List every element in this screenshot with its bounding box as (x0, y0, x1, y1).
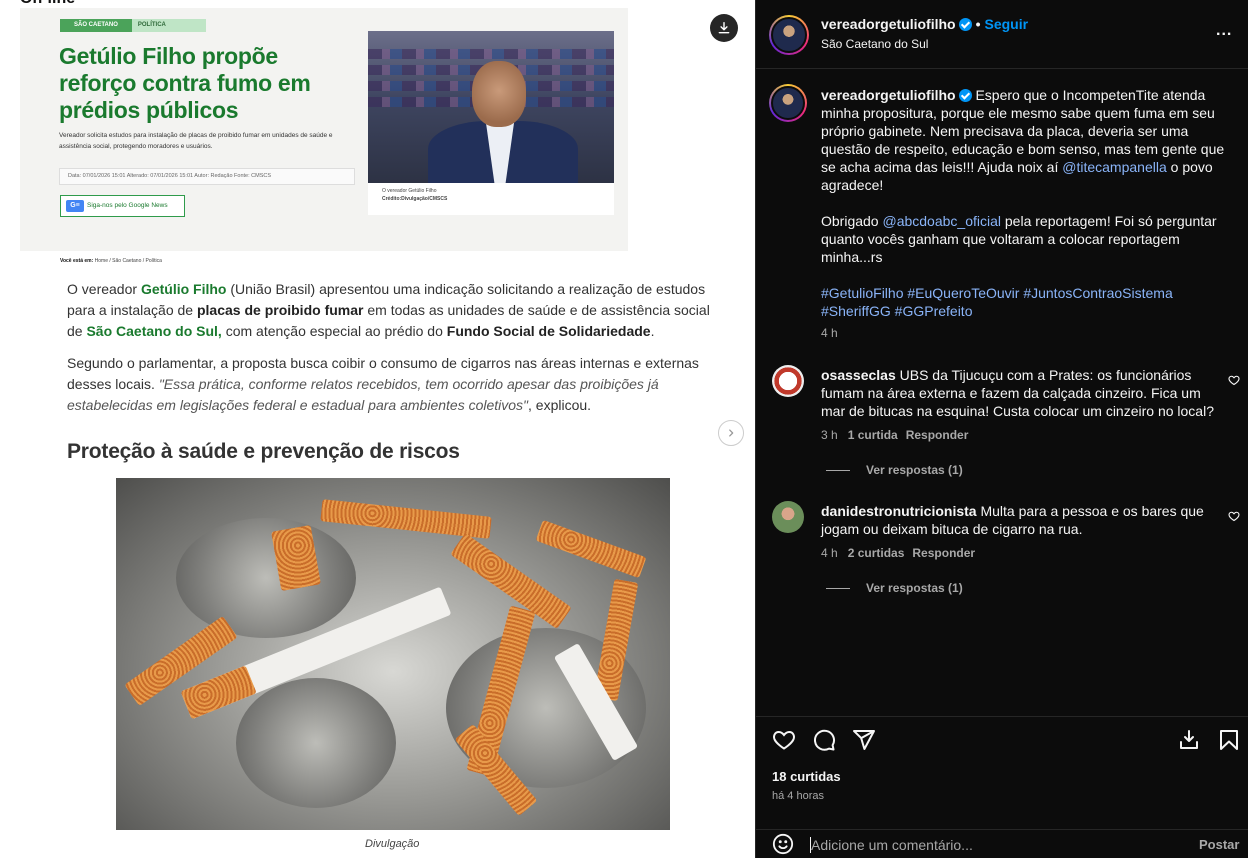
article-tags: SÃO CAETANO POLÍTICA (60, 19, 206, 32)
reply-button[interactable]: Responder (912, 546, 975, 560)
comment-username[interactable]: osasseclas (821, 367, 896, 383)
post-button[interactable]: Postar (1199, 837, 1239, 852)
comment-like-icon[interactable] (1228, 374, 1240, 386)
comment-meta: 3 h 1 curtida Responder (821, 428, 968, 442)
view-replies-button[interactable]: Ver respostas (1) (826, 463, 963, 477)
breadcrumb: Você está em: Home / São Caetano / Polít… (60, 258, 162, 264)
post-age: há 4 horas (772, 790, 824, 802)
comment: danidestronutricionista Multa para a pes… (821, 502, 1221, 538)
header-user: vereadorgetuliofilho • Seguir (821, 16, 1029, 32)
comment-icon[interactable] (812, 728, 836, 752)
comment-likes[interactable]: 2 curtidas (848, 546, 905, 560)
post-caption: vereadorgetuliofilho Espero que o Incomp… (821, 86, 1231, 340)
view-replies-button[interactable]: Ver respostas (1) (826, 581, 963, 595)
reply-button[interactable]: Responder (906, 428, 969, 442)
share-icon[interactable] (852, 728, 876, 752)
header-divider (756, 68, 1248, 69)
photo-caption-text: O vereador Getúlio Filho (382, 188, 437, 194)
emoji-icon[interactable] (772, 833, 794, 855)
breadcrumb-label: Você está em: (60, 258, 94, 264)
caption-username[interactable]: vereadorgetuliofilho (821, 87, 956, 103)
image-caption: Divulgação (365, 838, 420, 850)
next-slide-button[interactable] (718, 420, 744, 446)
article-photo (368, 31, 614, 183)
download-icon (718, 22, 730, 34)
comment-meta: 4 h 2 curtidas Responder (821, 546, 975, 560)
photo-credit: Crédito:Divulgação/CMSCS (382, 196, 448, 202)
comment-time: 3 h (821, 428, 838, 442)
comment-like-icon[interactable] (1228, 510, 1240, 522)
likes-count[interactable]: 18 curtidas (772, 769, 841, 784)
article-dek: Vereador solicita estudos para instalaçã… (59, 132, 333, 150)
google-news-badge: G≡ Siga-nos pelo Google News (60, 195, 185, 217)
header-avatar[interactable] (769, 15, 809, 55)
header-location[interactable]: São Caetano do Sul (821, 37, 928, 51)
article-subheading: Proteção à saúde e prevenção de riscos (67, 440, 460, 463)
post-media: On-line SÃO CAETANO POLÍTICA Getúlio Fil… (0, 0, 755, 858)
caption-avatar[interactable] (769, 84, 807, 122)
comment-likes[interactable]: 1 curtida (848, 428, 898, 442)
header-username[interactable]: vereadorgetuliofilho (821, 16, 956, 32)
mention-link[interactable]: @titecampanella (1062, 159, 1167, 175)
breadcrumb-path: Home / São Caetano / Política (94, 258, 162, 264)
comment-username[interactable]: danidestronutricionista (821, 503, 977, 519)
save-to-device-icon[interactable] (1177, 728, 1201, 752)
article-paragraph-1: O vereador Getúlio Filho (União Brasil) … (67, 281, 710, 339)
action-bar (756, 725, 1248, 755)
verified-icon (958, 89, 972, 102)
chevron-right-icon (729, 429, 734, 437)
article-hero: SÃO CAETANO POLÍTICA Getúlio Filho propõ… (20, 8, 628, 251)
comment: osasseclas UBS da Tijucuçu com a Prates:… (821, 366, 1221, 420)
article-headline: Getúlio Filho propõe reforço contra fumo… (59, 43, 311, 123)
top-label: On-line (20, 0, 75, 8)
tag-section: POLÍTICA (131, 19, 206, 32)
verified-icon (958, 18, 972, 31)
add-comment-bar: Adicione um comentário... Postar (756, 829, 1248, 858)
post-panel: vereadorgetuliofilho • Seguir São Caetano … (755, 0, 1248, 858)
google-news-label: Siga-nos pelo Google News (87, 202, 168, 209)
tag-city: SÃO CAETANO (60, 19, 132, 32)
comment-time: 4 h (821, 546, 838, 560)
comment-avatar[interactable] (772, 365, 804, 397)
article-paragraph-2: Segundo o parlamentar, a proposta busca … (67, 355, 699, 413)
google-news-icon: G≡ (66, 200, 84, 212)
bookmark-icon[interactable] (1217, 728, 1241, 752)
article-meta: Data: 07/01/2026 15:01 Alterado: 07/01/2… (59, 168, 355, 185)
cigarettes-photo (116, 478, 670, 830)
follow-button[interactable]: Seguir (984, 16, 1028, 32)
caption-time: 4 h (821, 326, 838, 340)
more-options-button[interactable]: ... (1216, 22, 1232, 40)
mention-link[interactable]: @abcdoabc_oficial (882, 213, 1001, 229)
like-icon[interactable] (772, 728, 796, 752)
photo-caption: O vereador Getúlio Filho Crédito:Divulga… (382, 187, 447, 203)
article-photo-card: O vereador Getúlio Filho Crédito:Divulga… (368, 31, 614, 215)
actions-divider (756, 716, 1248, 717)
comment-input[interactable]: Adicione um comentário... (811, 837, 973, 853)
download-button[interactable] (710, 14, 738, 42)
hashtags[interactable]: #GetulioFilho #EuQueroTeOuvir #JuntosCon… (821, 285, 1173, 319)
comment-avatar[interactable] (772, 501, 804, 533)
